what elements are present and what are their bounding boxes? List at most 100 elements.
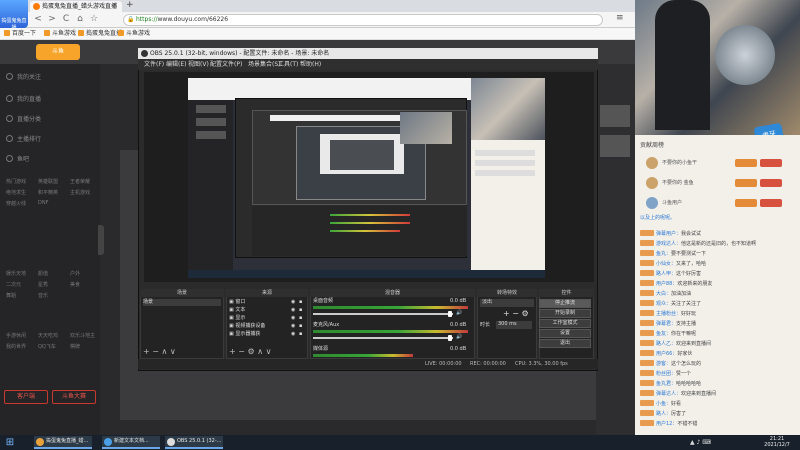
- sidebar-item-fishbar[interactable]: 鱼吧: [6, 154, 29, 163]
- source-item[interactable]: ▣ 窗口 ◉ ▪: [229, 299, 305, 306]
- sidebar-item-category[interactable]: 直播分类: [6, 114, 41, 123]
- chat-username[interactable]: 路人乙：: [656, 341, 676, 347]
- chat-username[interactable]: 大白：: [656, 291, 671, 297]
- chat-username[interactable]: 弹幕用户：: [656, 231, 681, 237]
- chat-username[interactable]: 用户12：: [656, 421, 677, 427]
- rank-row[interactable]: 不要你的 金鱼: [640, 176, 795, 192]
- source-item[interactable]: ▣ 显示 ◉ ▪: [229, 315, 305, 322]
- mute-speaker-icon[interactable]: 🔊: [456, 310, 462, 317]
- home-icon[interactable]: ⌂: [74, 13, 86, 26]
- sidebar-category-link[interactable]: 星秀: [38, 281, 48, 288]
- chat-username[interactable]: 鱼丸君：: [656, 381, 676, 387]
- sidebar-category-link[interactable]: 颜值: [38, 270, 48, 277]
- transition-controls[interactable]: + − ⚙: [503, 310, 529, 318]
- chat-username[interactable]: 游客：: [656, 361, 671, 367]
- sidebar-collapse-handle[interactable]: [98, 225, 104, 255]
- sidebar-category-link[interactable]: 英雄联盟: [38, 178, 58, 185]
- lock-icon[interactable]: ▪: [299, 307, 302, 314]
- add-icon[interactable]: +: [229, 347, 236, 356]
- obs-menu-help[interactable]: 帮助(H): [300, 60, 321, 69]
- douyu-logo[interactable]: 斗鱼: [36, 44, 80, 60]
- sidebar-category-link[interactable]: 主机游戏: [70, 189, 90, 196]
- rank-row[interactable]: 斗鱼用户: [640, 196, 795, 212]
- remove-icon[interactable]: −: [152, 347, 159, 356]
- chat-username[interactable]: 游戏达人：: [656, 241, 681, 247]
- stop-streaming-button[interactable]: 停止推流: [539, 299, 591, 308]
- reload-icon[interactable]: C: [60, 13, 72, 26]
- recommend-thumbnail[interactable]: [600, 135, 630, 157]
- sidebar-category-link[interactable]: QQ飞车: [38, 343, 56, 350]
- chat-username[interactable]: 小鱼：: [656, 401, 671, 407]
- rank-row[interactable]: 不要你的小鱼干: [640, 156, 795, 172]
- lock-icon[interactable]: ▪: [299, 331, 302, 338]
- sidebar-category-link[interactable]: 天天吃鸡: [38, 332, 58, 339]
- tab-close-icon[interactable]: ×: [112, 0, 118, 11]
- start-button[interactable]: ⊞: [3, 436, 17, 449]
- sidebar-category-link[interactable]: 音乐: [38, 292, 48, 299]
- taskbar-notepad[interactable]: 新建文本文档...: [102, 436, 160, 449]
- chat-username[interactable]: 弹幕达人：: [656, 391, 681, 397]
- recommend-thumbnail[interactable]: [600, 105, 630, 127]
- lock-icon[interactable]: ▪: [299, 299, 302, 306]
- chat-username[interactable]: 观众：: [656, 301, 671, 307]
- taskbar-obs[interactable]: OBS 25.0.1 (32-...: [165, 436, 223, 449]
- chat-username[interactable]: 小仙女：: [656, 261, 676, 267]
- address-bar[interactable]: 🔒 https://www.douyu.com/66226: [123, 14, 603, 26]
- obs-menu-view[interactable]: 视图(V): [188, 60, 209, 69]
- sidebar-category-link[interactable]: DNF: [38, 200, 48, 206]
- sidebar-category-link[interactable]: 二次元: [6, 281, 21, 288]
- obs-titlebar[interactable]: OBS 25.0.1 (32-bit, windows) - 配置文件: 未命名…: [138, 48, 598, 59]
- source-item[interactable]: ▣ 文本 ◉ ▪: [229, 307, 305, 314]
- move-down-icon[interactable]: ∨: [266, 347, 272, 356]
- forward-icon[interactable]: >: [46, 13, 58, 26]
- sidebar-item-rank[interactable]: 主播排行: [6, 134, 41, 143]
- obs-menu-file[interactable]: 文件(F): [144, 60, 164, 69]
- bookmark-item[interactable]: 斗鱼游戏: [44, 28, 76, 40]
- add-icon[interactable]: +: [143, 347, 150, 356]
- sidebar-category-link[interactable]: 欢乐斗地主: [70, 332, 95, 339]
- chat-username[interactable]: 路人：: [656, 411, 671, 417]
- obs-menu-profile[interactable]: 配置文件(P): [210, 60, 242, 69]
- transition-duration-input[interactable]: 300 ms: [496, 321, 532, 329]
- bookmark-item[interactable]: 捣蛋鬼兔直播: [78, 28, 122, 40]
- lock-icon[interactable]: ▪: [299, 323, 302, 330]
- source-item[interactable]: ▣ 视频捕获设备 ◉ ▪: [229, 323, 305, 330]
- visibility-eye-icon[interactable]: ◉: [291, 315, 295, 322]
- sidebar-category-link[interactable]: 穿越火线: [6, 200, 26, 207]
- move-up-icon[interactable]: ∧: [257, 347, 263, 356]
- studio-mode-button[interactable]: 工作室模式: [539, 319, 591, 328]
- sidebar-category-link[interactable]: 热门游戏: [6, 178, 26, 185]
- sidebar-category-link[interactable]: 棋牌: [70, 343, 80, 350]
- system-tray[interactable]: ▲ ♪ ⌨: [690, 437, 755, 448]
- chat-username[interactable]: 粉丝团：: [656, 371, 676, 377]
- remove-icon[interactable]: −: [238, 347, 245, 356]
- transition-select[interactable]: 淡出: [480, 299, 534, 307]
- browser-tab[interactable]: 捣蛋鬼兔直播_蜡头游戏直播: [30, 1, 122, 12]
- visibility-eye-icon[interactable]: ◉: [291, 331, 295, 338]
- contest-button[interactable]: 斗鱼大赛: [52, 390, 96, 404]
- new-tab-button[interactable]: +: [126, 0, 134, 11]
- sidebar-category-link[interactable]: 美食: [70, 281, 80, 288]
- taskbar-browser[interactable]: 捣蛋鬼兔直播_蜡...: [34, 436, 92, 449]
- mute-speaker-icon[interactable]: 🔊: [456, 334, 462, 341]
- chat-username[interactable]: 路人甲：: [656, 271, 676, 277]
- obs-menu-edit[interactable]: 编辑(E): [166, 60, 186, 69]
- sidebar-item-follow[interactable]: 我的关注: [6, 72, 41, 81]
- chat-username[interactable]: 主播粉丝：: [656, 311, 681, 317]
- sidebar-category-link[interactable]: 绝地求生: [6, 189, 26, 196]
- gear-icon[interactable]: ⚙: [248, 347, 255, 356]
- sidebar-item-live[interactable]: 我的直播: [6, 94, 41, 103]
- browser-menu-icon[interactable]: ≡: [616, 13, 624, 23]
- chat-username[interactable]: 弹幕君：: [656, 321, 676, 327]
- favorite-star-icon[interactable]: ☆: [88, 13, 100, 26]
- settings-button[interactable]: 设置: [539, 329, 591, 338]
- mixer-volume-knob[interactable]: [448, 335, 452, 341]
- scene-item[interactable]: 场景: [143, 299, 221, 306]
- visibility-eye-icon[interactable]: ◉: [291, 299, 295, 306]
- mixer-volume-slider[interactable]: [313, 313, 453, 315]
- clock[interactable]: 21:21 2021/12/7: [757, 436, 797, 448]
- move-down-icon[interactable]: ∨: [170, 347, 176, 356]
- obs-menu-tools[interactable]: 工具(T): [278, 60, 298, 69]
- visibility-eye-icon[interactable]: ◉: [291, 307, 295, 314]
- chat-username[interactable]: 用户88：: [656, 281, 677, 287]
